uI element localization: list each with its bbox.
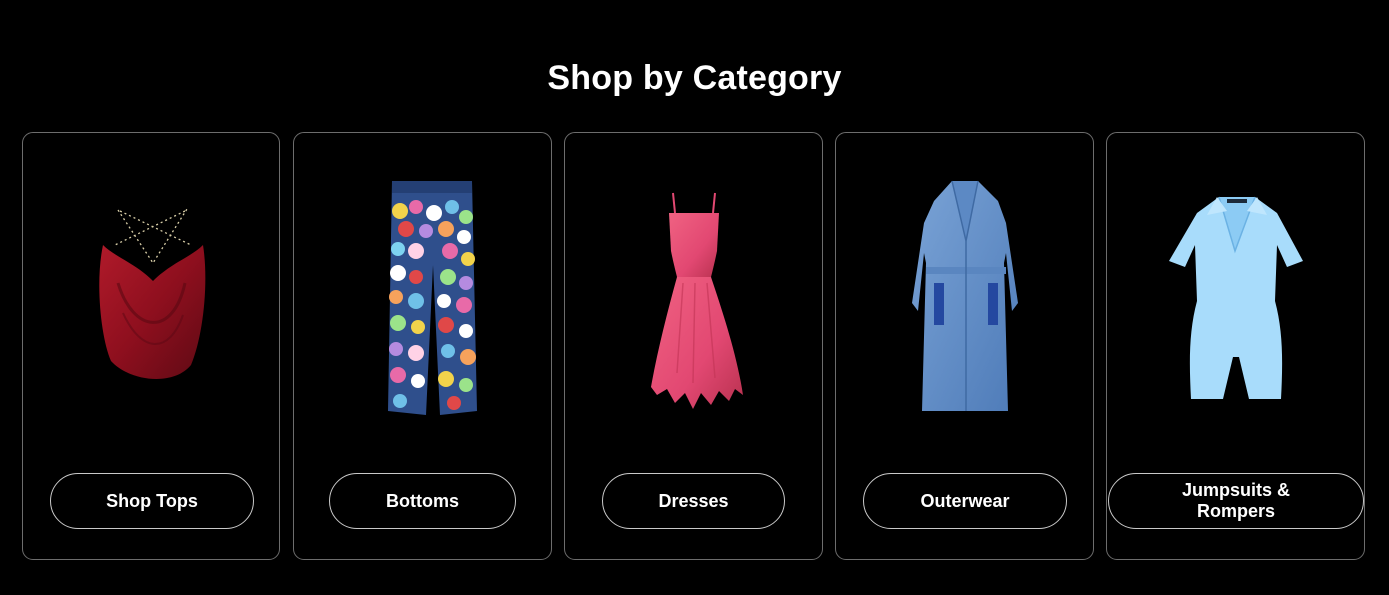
shop-tops-button[interactable]: Shop Tops [50,473,254,529]
jumpsuits-rompers-button[interactable]: Jumpsuits & Rompers [1108,473,1364,529]
category-card-outerwear[interactable]: Outerwear [835,132,1094,560]
category-card-tops[interactable]: Shop Tops [22,132,280,560]
category-card-dresses[interactable]: Dresses [564,132,823,560]
bottoms-button[interactable]: Bottoms [329,473,516,529]
category-card-jumpsuits-rompers[interactable]: Jumpsuits & Rompers [1106,132,1365,560]
red-halter-top-image[interactable] [23,133,281,433]
denim-trench-coat-image[interactable] [836,133,1094,433]
patchwork-jeans-image[interactable] [294,133,552,433]
page-title: Shop by Category [547,58,842,97]
blue-romper-image[interactable] [1107,133,1365,433]
pink-dress-image[interactable] [565,133,823,433]
category-card-bottoms[interactable]: Bottoms [293,132,552,560]
outerwear-button[interactable]: Outerwear [863,473,1067,529]
dresses-button[interactable]: Dresses [602,473,785,529]
